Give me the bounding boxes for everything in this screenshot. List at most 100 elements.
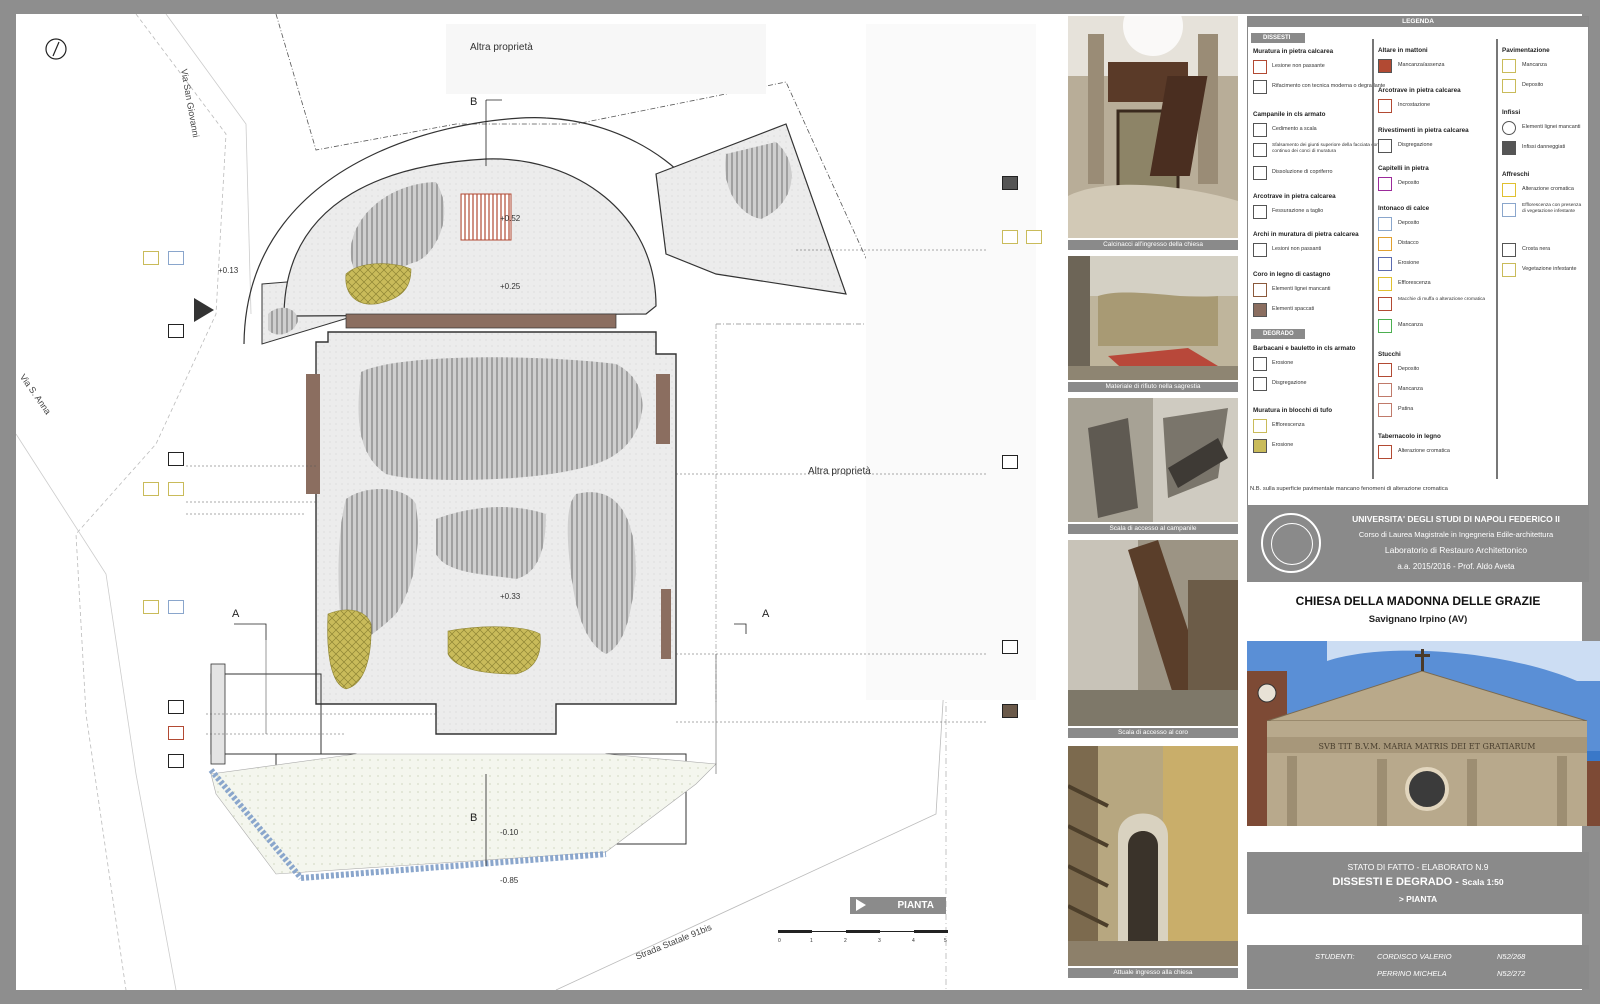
legend-symbol-marker <box>143 600 159 614</box>
lab-name: Laboratorio di Restauro Architettonico <box>1384 545 1528 555</box>
legend-item: Lesione non passante <box>1272 63 1325 69</box>
church-place: Savignano Irpino (AV) <box>1368 614 1468 625</box>
legend-swatch <box>1378 319 1392 333</box>
legend-item: Mancanza/assenza <box>1398 62 1445 68</box>
photo-caption: Calcinacci all'ingresso della chiesa <box>1068 240 1238 250</box>
level-mark: +0.13 <box>218 266 239 275</box>
photo-caption: Scala di accesso al coro <box>1068 728 1238 738</box>
section-b-top: B <box>470 96 478 108</box>
scale-tick: 1 <box>810 938 813 944</box>
legend-item: Deposito <box>1522 82 1544 88</box>
photo-choir-stair <box>1068 540 1238 726</box>
legend-swatch <box>1253 166 1267 180</box>
church-facade-photo: SVB TIT B.V.M. MARIA MATRIS DEI ET GRATI… <box>1247 641 1600 826</box>
legend-swatch <box>1378 445 1392 459</box>
legend-heading: Arcotrave in pietra calcarea <box>1378 87 1461 94</box>
legend-swatch <box>1253 243 1267 257</box>
legend-section-degrado: DEGRADO <box>1251 329 1305 339</box>
legend-swatch <box>1378 383 1392 397</box>
legend-heading: Pavimentazione <box>1502 47 1550 54</box>
university-name: UNIVERSITA' DEGLI STUDI DI NAPOLI FEDERI… <box>1352 514 1560 524</box>
legend-symbol-marker <box>168 452 184 466</box>
legend-swatch <box>1502 141 1516 155</box>
legend-item: Distacco <box>1398 240 1419 246</box>
legend-heading: Intonaco di calce <box>1378 205 1430 212</box>
university-block: UNIVERSITA' DEGLI STUDI DI NAPOLI FEDERI… <box>1247 506 1589 582</box>
legend-swatch <box>1253 419 1267 433</box>
legend-swatch <box>1253 143 1267 157</box>
legend-heading: Campanile in cls armato <box>1253 111 1326 118</box>
legend-swatch <box>1253 123 1267 137</box>
legend-item: Alterazione cromatica <box>1398 448 1450 454</box>
floor-plan <box>16 14 1036 990</box>
students-block: STUDENTI: CORDISCO VALERIO N52/268 PERRI… <box>1247 945 1589 989</box>
drawing-view: > PIANTA <box>1398 894 1438 904</box>
legend-item: Rifacimento con tecnica moderna o degrad… <box>1272 83 1386 89</box>
level-mark: -0.85 <box>500 876 519 885</box>
legend-symbol-marker <box>168 700 184 714</box>
level-mark: +0.25 <box>500 282 521 291</box>
legend-swatch <box>1378 99 1392 113</box>
legend-symbol-marker <box>1002 704 1018 718</box>
legend-swatch <box>1502 203 1516 217</box>
legend-symbol-marker <box>168 754 184 768</box>
legend-item: Disgregazione <box>1398 142 1433 148</box>
legend-swatch <box>1502 263 1516 277</box>
legend-item: Elementi lignei mancanti <box>1522 124 1581 130</box>
legend-heading: Muratura in blocchi di tufo <box>1253 407 1333 414</box>
legend-swatch <box>1378 139 1392 153</box>
level-mark: +0.52 <box>500 214 521 223</box>
photo-entrance-rubble <box>1068 16 1238 238</box>
legend-symbol-marker <box>168 726 184 740</box>
section-b-bottom: B <box>470 812 478 824</box>
level-mark: -0.10 <box>500 828 519 837</box>
legend-item: Incrostazione <box>1398 102 1431 108</box>
church-title: CHIESA DELLA MADONNA DELLE GRAZIE <box>1295 594 1541 608</box>
section-a-left: A <box>232 608 240 620</box>
course-name: Corso di Laurea Magistrale in Ingegneria… <box>1358 530 1554 539</box>
legend-swatch <box>1378 177 1392 191</box>
legend-symbol-marker <box>168 324 184 338</box>
legend-swatch <box>1378 403 1392 417</box>
legend-heading: Arcotrave in pietra calcarea <box>1253 193 1336 200</box>
legend-swatch <box>1253 80 1267 94</box>
legend-swatch <box>1378 217 1392 231</box>
legend-divider <box>1496 39 1498 479</box>
legend-heading: Capitelli in pietra <box>1378 165 1429 172</box>
student-name: CORDISCO VALERIO <box>1377 952 1452 961</box>
photo-caption: Attuale ingresso alla chiesa <box>1068 968 1238 978</box>
legend-swatch <box>1378 363 1392 377</box>
legend-swatch <box>1378 277 1392 291</box>
legend-item: Disgregazione <box>1272 380 1307 386</box>
legend-item: Efflorescenza <box>1398 280 1431 286</box>
legend-symbol-marker <box>168 600 184 614</box>
scale-tick: 0 <box>778 938 781 944</box>
legend-swatch <box>1378 257 1392 271</box>
level-mark: +0.33 <box>500 592 521 601</box>
legend-swatch <box>1253 205 1267 219</box>
legend-swatch <box>1253 60 1267 74</box>
legend-swatch <box>1253 377 1267 391</box>
legend-item: Vegetazione infestante <box>1522 266 1577 272</box>
scale-tick: 5 <box>944 938 947 944</box>
legend-swatch <box>1253 303 1267 317</box>
legend-panel: LEGENDA DISSESTI Muratura in pietra calc… <box>1247 16 1589 506</box>
legend-swatch <box>1378 297 1392 311</box>
university-seal-icon <box>1261 513 1321 573</box>
photo-bell-tower-stair <box>1068 398 1238 522</box>
legend-note: N.B. sulla superficie pavimentale mancan… <box>1250 486 1448 492</box>
legend-heading: Barbacani e bauletto in cls armato <box>1253 345 1356 352</box>
legend-heading: Infissi <box>1502 109 1521 116</box>
photo-current-entrance <box>1068 746 1238 966</box>
legend-item: Alterazione cromatica <box>1522 186 1574 192</box>
altra-proprieta-label-top: Altra proprietà <box>470 42 533 53</box>
legend-item: Macchie di muffa o alterazione cromatica <box>1398 297 1486 302</box>
legend-heading: Altare in mattoni <box>1378 47 1428 54</box>
legend-heading: Archi in muratura di pietra calcarea <box>1253 231 1359 238</box>
legend-item: Sfalsamento dei giunti superiore della f… <box>1272 143 1379 154</box>
legend-swatch <box>1253 439 1267 453</box>
legend-swatch <box>1378 59 1392 73</box>
legend-item: Fessurazione a taglio <box>1272 208 1324 214</box>
legend-item: Lesioni non passanti <box>1272 246 1322 252</box>
legend-item: Efflorescenza con presenza di vegetazion… <box>1522 203 1582 214</box>
